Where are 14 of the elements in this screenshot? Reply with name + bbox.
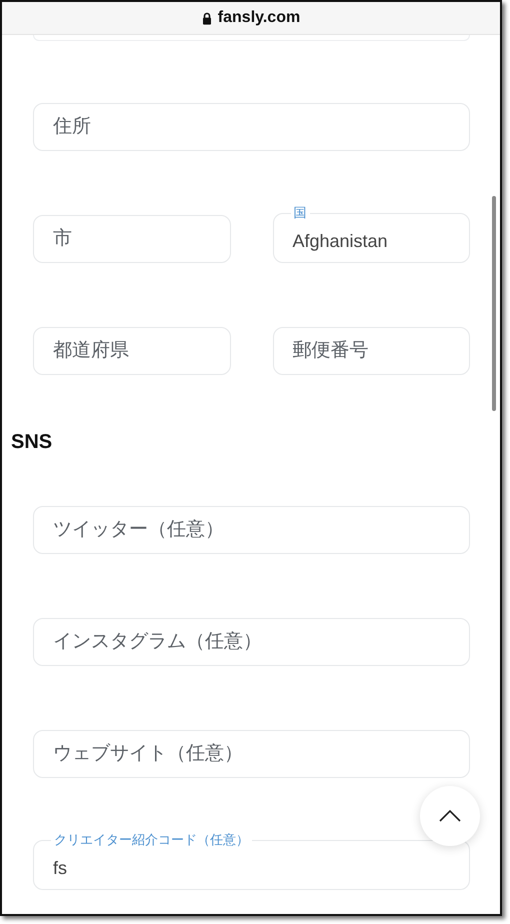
lock-icon (202, 12, 212, 24)
chevron-up-icon (439, 810, 461, 822)
input-field[interactable]: 都道府県 (33, 327, 230, 375)
input-field[interactable]: ツイッター（任意） (33, 506, 470, 554)
input-field[interactable]: 郵便番号 (272, 327, 470, 375)
address-bar[interactable]: fansly.com (2, 2, 500, 35)
scrollbar[interactable] (492, 196, 496, 411)
url-text: fansly.com (218, 9, 300, 27)
input-field[interactable]: ウェブサイト（任意） (33, 730, 470, 778)
input-field[interactable]: 住所 (33, 103, 470, 151)
section-heading: SNS (11, 431, 54, 454)
input-field[interactable] (33, 35, 470, 41)
input-field[interactable]: インスタグラム（任意） (33, 618, 470, 666)
input-field[interactable]: 市 (33, 215, 230, 263)
